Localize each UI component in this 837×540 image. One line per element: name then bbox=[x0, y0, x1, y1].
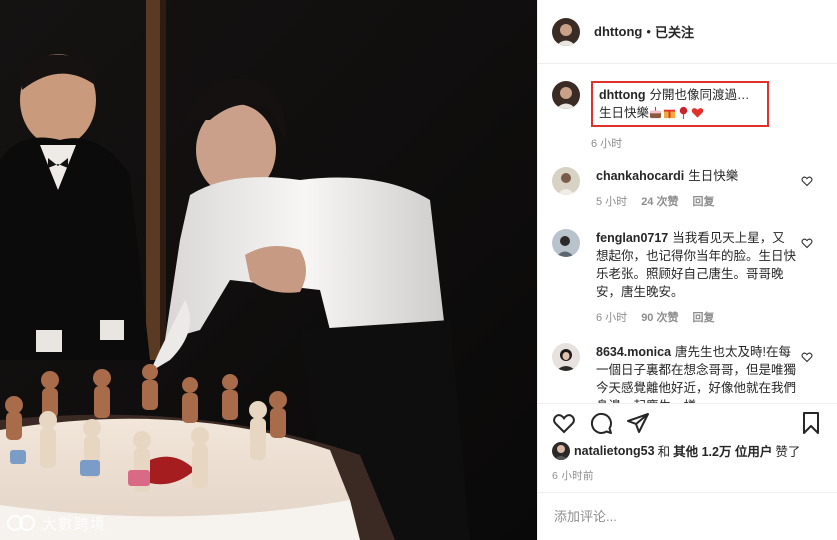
separator-dot: • bbox=[646, 24, 651, 39]
photo-scene bbox=[0, 0, 537, 540]
other-likers-link[interactable]: 其他 1.2万 位用户 bbox=[673, 441, 772, 460]
post-side-panel: dhttong • 已关注 dhttong分開也像同渡過… 生日快樂 6 小时 bbox=[537, 0, 837, 540]
add-comment-bar bbox=[538, 492, 837, 540]
likes-suffix: 赞了 bbox=[775, 445, 801, 459]
comment-time[interactable]: 6 小时 bbox=[596, 309, 627, 327]
post-timestamp[interactable]: 6 小时前 bbox=[552, 468, 594, 483]
comment-likes[interactable]: 24 次赞 bbox=[641, 193, 678, 211]
paper-plane-icon bbox=[627, 412, 649, 433]
rose-emoji-icon bbox=[679, 106, 688, 119]
comment-likes[interactable]: 90 次赞 bbox=[641, 309, 678, 327]
reply-button[interactable]: 回复 bbox=[692, 193, 714, 211]
caption-emojis bbox=[649, 106, 705, 120]
comment-input[interactable] bbox=[554, 509, 794, 524]
watermark: 大數跨境 bbox=[6, 512, 106, 534]
comment-username[interactable]: 8634.monica bbox=[596, 345, 671, 359]
likes-and: 和 bbox=[657, 445, 671, 459]
cake-emoji-icon bbox=[649, 106, 662, 119]
comment-item: chankahocardi 生日快樂 5 小时 24 次赞 回复 bbox=[538, 167, 837, 211]
comment-text: 生日快樂 bbox=[688, 169, 739, 183]
likes-summary: natalietong53 和 其他 1.2万 位用户 赞了 bbox=[552, 441, 827, 460]
like-comment-heart-icon[interactable] bbox=[801, 351, 813, 363]
share-button[interactable] bbox=[626, 411, 650, 435]
caption-time[interactable]: 6 小时 bbox=[591, 135, 622, 151]
like-button[interactable] bbox=[552, 411, 576, 435]
author-avatar[interactable] bbox=[552, 17, 580, 46]
comment-time[interactable]: 5 小时 bbox=[596, 193, 627, 211]
caption-avatar[interactable] bbox=[552, 81, 580, 109]
comment-avatar[interactable] bbox=[552, 343, 580, 371]
comment-button[interactable] bbox=[589, 411, 613, 435]
comment-meta: 5 小时 24 次赞 回复 bbox=[596, 193, 796, 211]
comment-username[interactable]: chankahocardi bbox=[596, 169, 684, 183]
save-button[interactable] bbox=[799, 411, 823, 435]
liker-username[interactable]: natalietong53 bbox=[574, 444, 655, 458]
comment-meta: 6 小时 90 次赞 回复 bbox=[596, 309, 796, 327]
reply-button[interactable]: 回复 bbox=[692, 309, 714, 327]
comment-username[interactable]: fenglan0717 bbox=[596, 231, 668, 245]
comment-avatar[interactable] bbox=[552, 229, 580, 257]
watermark-logo-icon bbox=[6, 514, 36, 532]
like-comment-heart-icon[interactable] bbox=[801, 237, 813, 249]
watermark-text: 大數跨境 bbox=[42, 515, 107, 533]
following-button[interactable]: 已关注 bbox=[655, 22, 694, 41]
comments-list[interactable]: dhttong 分開也像同渡過… 生日快樂 6 小时 chankahocardi 生… bbox=[538, 65, 837, 403]
heart-emoji-icon bbox=[691, 108, 704, 118]
caption-meta: 6 小时 bbox=[591, 135, 769, 151]
caption-line-1: 分開也像同渡過… bbox=[649, 88, 750, 102]
comment-avatar[interactable] bbox=[552, 167, 580, 195]
caption-line-2: 生日快樂 bbox=[599, 106, 650, 120]
author-username[interactable]: dhttong bbox=[594, 24, 642, 39]
post-photo[interactable]: 大數跨境 bbox=[0, 0, 537, 540]
post-action-bar bbox=[538, 403, 837, 441]
comment-item: fenglan0717 当我看见天上星，又想起你，也记得你当年的脸。生日快乐老张。… bbox=[538, 229, 837, 327]
comment-bubble-icon bbox=[590, 412, 612, 434]
bookmark-icon bbox=[803, 411, 819, 434]
heart-icon bbox=[553, 413, 575, 433]
liker-avatar[interactable] bbox=[552, 441, 570, 460]
like-comment-heart-icon[interactable] bbox=[801, 175, 813, 187]
post-header: dhttong • 已关注 bbox=[538, 0, 837, 64]
caption-username[interactable]: dhttong bbox=[599, 88, 646, 102]
comment-item: 8634.monica 唐先生也太及時!在每一個日子裏都在想念哥哥，但是唯獨今天感… bbox=[538, 343, 837, 403]
caption-highlight-box: dhttong 分開也像同渡過… 生日快樂 bbox=[591, 81, 769, 127]
post-caption: dhttong 分開也像同渡過… 生日快樂 6 小时 bbox=[538, 65, 837, 151]
gift-emoji-icon bbox=[663, 109, 676, 119]
